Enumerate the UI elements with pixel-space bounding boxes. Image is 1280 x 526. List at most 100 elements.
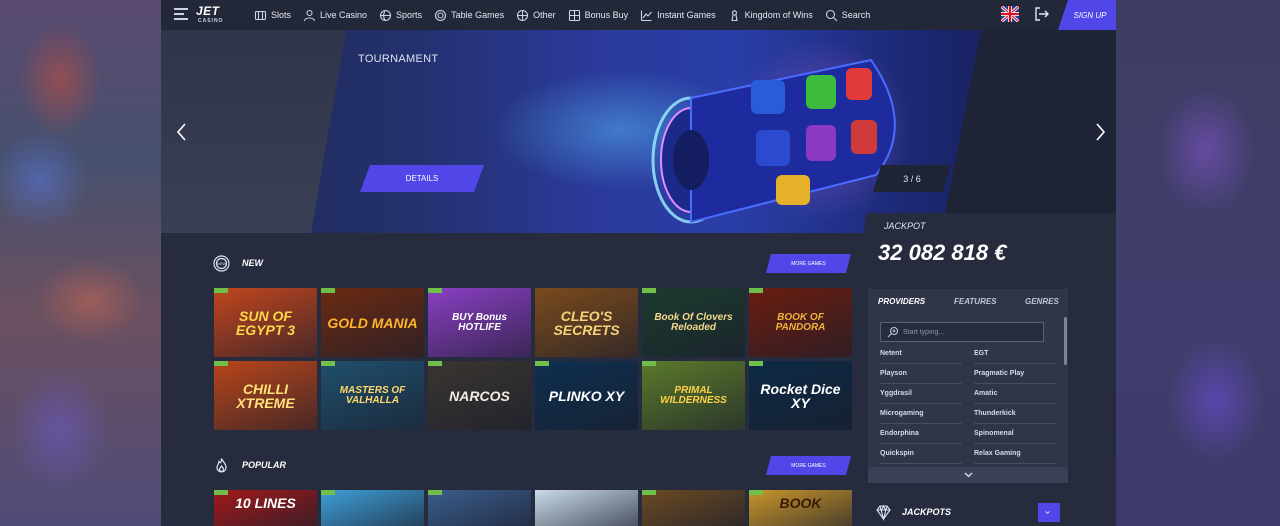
- provider-item[interactable]: Endorphina: [880, 424, 962, 444]
- more-games-button[interactable]: MORE GAMES: [766, 254, 851, 273]
- game-tile[interactable]: NARCOS: [428, 361, 531, 430]
- game-title: NARCOS: [449, 387, 510, 404]
- nav-item-instant-games[interactable]: Instant Games: [640, 9, 716, 22]
- provider-item[interactable]: EGT: [974, 344, 1056, 364]
- slide-counter: 3 / 6: [873, 165, 951, 192]
- nav-item-bonus-buy[interactable]: Bonus Buy: [568, 9, 628, 22]
- jackpots-toggle-button[interactable]: [1038, 503, 1060, 522]
- svg-text:NEW: NEW: [217, 261, 227, 266]
- game-tile[interactable]: [428, 490, 531, 526]
- providers-expand-button[interactable]: [868, 467, 1068, 483]
- chevron-down-icon: [1045, 511, 1050, 514]
- provider-item[interactable]: Yggdrasil: [880, 384, 962, 404]
- game-tile[interactable]: PLINKO XY: [535, 361, 638, 430]
- game-tile[interactable]: GOLD MANIA: [321, 288, 424, 357]
- section-title: POPULAR: [242, 460, 287, 470]
- game-tile[interactable]: BOOK: [749, 490, 852, 526]
- game-title: Book Of Clovers Reloaded: [654, 311, 733, 333]
- chevron-right-icon[interactable]: [1093, 122, 1107, 142]
- game-tile[interactable]: 10 LINES: [214, 490, 317, 526]
- game-tile[interactable]: [642, 490, 745, 526]
- provider-item[interactable]: Thunderkick: [974, 404, 1056, 424]
- nav-item-slots[interactable]: Slots: [254, 9, 291, 22]
- game-badge: [749, 361, 763, 366]
- chevron-down-icon: [964, 472, 972, 478]
- game-badge: [642, 490, 656, 495]
- game-tile[interactable]: PRIMAL WILDERNESS: [642, 361, 745, 430]
- game-badge: [321, 361, 335, 366]
- live-dealer-icon: [303, 9, 316, 21]
- more-games-button[interactable]: MORE GAMES: [766, 456, 851, 475]
- tab-features[interactable]: FEATURES: [954, 297, 997, 306]
- uk-flag-icon[interactable]: [1001, 6, 1019, 22]
- game-tile[interactable]: CHILLI XTREME: [214, 361, 317, 430]
- game-title: CHILLI XTREME: [236, 380, 295, 411]
- game-title: PLINKO XY: [548, 387, 625, 404]
- game-title: MASTERS OF VALHALLA: [339, 384, 406, 406]
- game-title: CLEO'S SECRETS: [553, 307, 620, 338]
- nav-item-label: Search: [841, 10, 871, 20]
- logo-subtext: CASINO: [198, 18, 224, 24]
- page-main: JET CASINO Slots Live Casino Sports Table G…: [161, 0, 1116, 526]
- game-title: PRIMAL WILDERNESS: [660, 384, 727, 406]
- nav-item-other[interactable]: Other: [516, 9, 556, 22]
- provider-item[interactable]: Relax Gaming: [974, 444, 1056, 464]
- providers-tabs: PROVIDERS FEATURES GENRES: [868, 289, 1068, 315]
- provider-item[interactable]: Quickspin: [880, 444, 962, 464]
- details-button[interactable]: DETAILS: [360, 165, 484, 192]
- jackpots-bar[interactable]: JACKPOTS: [868, 498, 1068, 526]
- logo[interactable]: JET CASINO: [196, 5, 224, 26]
- nav-item-sports[interactable]: Sports: [379, 9, 422, 22]
- game-title: Rocket Dice XY: [760, 380, 841, 411]
- provider-item[interactable]: Pragmatic Play: [974, 364, 1056, 384]
- chess-piece-icon: [731, 9, 738, 21]
- hamburger-menu-icon[interactable]: [174, 8, 188, 21]
- nav-item-kingdom-of-wins[interactable]: Kingdom of Wins: [728, 9, 813, 22]
- signup-button[interactable]: SIGN UP: [1058, 0, 1116, 30]
- popular-games-grid: 10 LINES BOOK: [214, 490, 852, 526]
- provider-item[interactable]: Microgaming: [880, 404, 962, 424]
- new-badge-icon: NEW: [213, 254, 230, 272]
- nav-item-live-casino[interactable]: Live Casino: [303, 9, 367, 22]
- provider-item[interactable]: Playson: [880, 364, 962, 384]
- provider-search-input[interactable]: [903, 328, 1033, 336]
- background-left-blur: [0, 0, 161, 526]
- tab-providers[interactable]: PROVIDERS: [878, 297, 925, 306]
- game-tile[interactable]: [321, 490, 424, 526]
- provider-item[interactable]: Netent: [880, 344, 962, 364]
- nav-item-label: Table Games: [451, 10, 505, 20]
- game-tile[interactable]: MASTERS OF VALHALLA: [321, 361, 424, 430]
- nav-item-label: Kingdom of Wins: [744, 10, 813, 20]
- providers-scrollbar[interactable]: [1064, 317, 1067, 365]
- game-tile[interactable]: BOOK OF PANDORA: [749, 288, 852, 357]
- game-tile[interactable]: [535, 490, 638, 526]
- nav-item-search[interactable]: Search: [825, 9, 871, 22]
- game-tile[interactable]: BUY Bonus HOTLIFE: [428, 288, 531, 357]
- game-badge: [214, 361, 228, 366]
- chevron-left-icon[interactable]: [175, 122, 189, 142]
- game-tile[interactable]: Book Of Clovers Reloaded: [642, 288, 745, 357]
- login-icon[interactable]: [1034, 6, 1050, 22]
- game-tile[interactable]: CLEO'S SECRETS: [535, 288, 638, 357]
- jackpot-label: JACKPOT: [884, 221, 926, 231]
- provider-item[interactable]: Amatic: [974, 384, 1056, 404]
- game-badge: [749, 490, 763, 495]
- providers-list: Netent EGT Playson Pragmatic Play Yggdrasil A…: [880, 344, 1056, 464]
- game-badge: [321, 288, 335, 293]
- game-tile[interactable]: Rocket Dice XY: [749, 361, 852, 430]
- tab-genres[interactable]: GENRES: [1025, 297, 1059, 306]
- provider-search-box[interactable]: [880, 322, 1044, 342]
- banner-right-panel: [941, 30, 1116, 233]
- game-badge: [749, 288, 763, 293]
- banner-left-panel: [161, 30, 346, 233]
- provider-item[interactable]: Spinomenal: [974, 424, 1056, 444]
- game-tile[interactable]: SUN OF EGYPT 3: [214, 288, 317, 357]
- slot-machine-icon: [254, 10, 267, 20]
- jackpot-amount: 32 082 818 €: [878, 240, 1007, 265]
- jackpots-title: JACKPOTS: [902, 507, 952, 517]
- nav-item-table-games[interactable]: Table Games: [434, 9, 504, 22]
- search-icon: [887, 326, 899, 338]
- bonus-buy-icon: [568, 9, 580, 21]
- nav-item-label: Sports: [396, 10, 423, 20]
- nav-menu: Slots Live Casino Sports Table Games Other Bo…: [254, 0, 882, 30]
